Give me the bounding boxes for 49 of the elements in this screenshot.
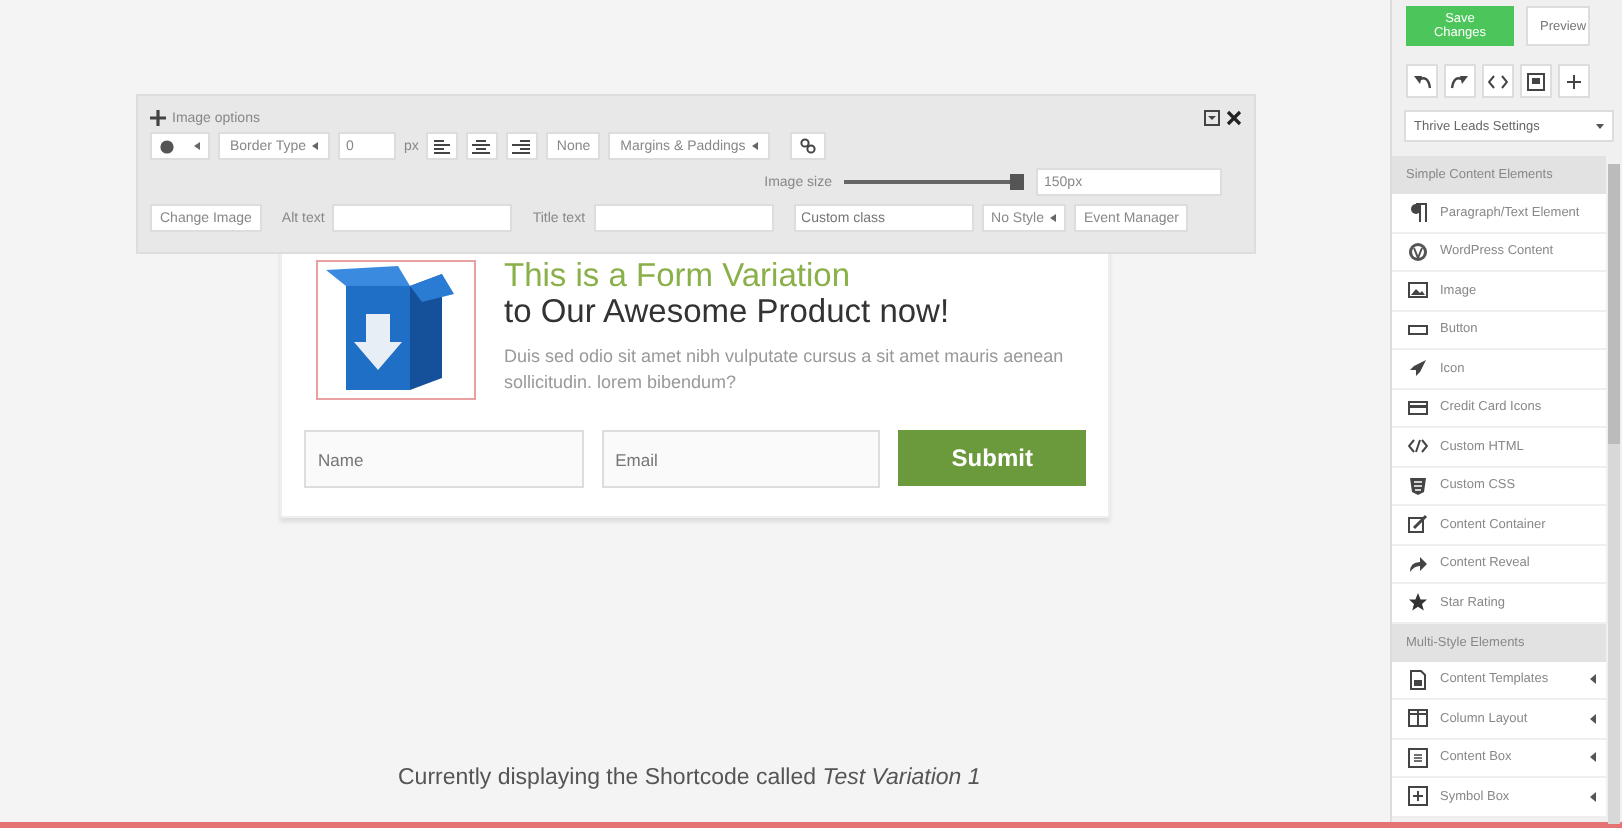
form-subheadline: to Our Awesome Product now! (504, 294, 952, 332)
edit-icon (1408, 514, 1428, 535)
button-icon (1408, 319, 1428, 340)
link-button[interactable] (789, 132, 826, 160)
collapse-icon[interactable] (1204, 110, 1220, 126)
toolbar-button[interactable] (1558, 64, 1590, 98)
text-field[interactable] (332, 204, 513, 232)
text-field[interactable]: Email (601, 430, 881, 488)
star-icon (1408, 592, 1428, 613)
image-icon (1408, 280, 1428, 301)
wordpress-icon (1408, 241, 1428, 262)
code-icon (1488, 71, 1508, 91)
link-icon (799, 138, 816, 154)
align-icon (472, 137, 493, 155)
align-button[interactable] (466, 132, 499, 160)
close-icon[interactable] (1226, 110, 1242, 126)
align-icon (432, 137, 453, 155)
symbol-box-icon (1408, 786, 1428, 807)
text-field[interactable]: Name (304, 430, 584, 488)
align-button[interactable] (426, 132, 459, 160)
toolbar-button[interactable] (1406, 64, 1438, 98)
template-icon (1408, 669, 1428, 690)
shortcode-caption: Currently displaying the Shortcode called Test Variation 1 (398, 766, 981, 790)
columns-icon (1408, 708, 1428, 729)
slider[interactable] (844, 174, 1024, 190)
form-description: Duis sed odio sit amet nibh vulputate cursus a sit amet mauris aenean sollicitudin. lorem bibendum? (504, 344, 1066, 396)
save-icon (1526, 71, 1546, 91)
align-icon (512, 137, 533, 155)
plus-icon (1564, 71, 1584, 91)
slider-thumb[interactable] (1010, 174, 1024, 190)
code-icon (1408, 436, 1428, 457)
undo-icon (1412, 71, 1432, 91)
toolbar-button[interactable] (1520, 64, 1552, 98)
content-box-icon (1408, 747, 1428, 768)
plus-icon[interactable] (150, 110, 166, 126)
scrollbar[interactable] (1608, 164, 1620, 824)
text-field[interactable] (593, 204, 774, 232)
toolbar-button[interactable] (1482, 64, 1514, 98)
redo-icon (1450, 71, 1470, 91)
form-headline: This is a Form Variation (504, 260, 852, 294)
toolbar-button[interactable] (1444, 64, 1476, 98)
submit-button[interactable]: Submit (898, 430, 1086, 486)
css-icon (1408, 475, 1428, 496)
paragraph-icon (1408, 202, 1428, 223)
color-dropdown[interactable] (150, 132, 210, 160)
share-arrow-icon (1408, 553, 1428, 574)
align-button[interactable] (506, 132, 539, 160)
credit-card-icon (1408, 397, 1428, 418)
caret-icon (1596, 122, 1604, 130)
